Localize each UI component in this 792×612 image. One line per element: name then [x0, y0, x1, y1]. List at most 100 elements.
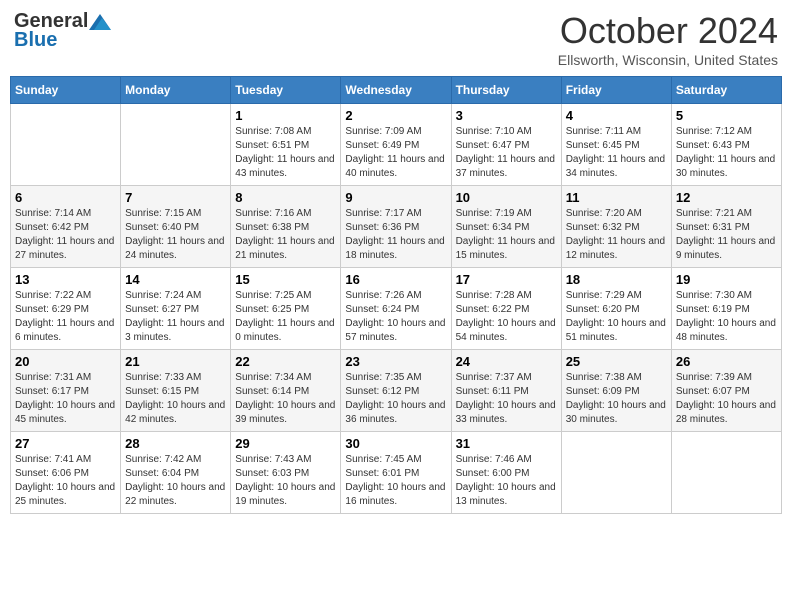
calendar-cell [671, 432, 781, 514]
day-info: Sunrise: 7:42 AM Sunset: 6:04 PM Dayligh… [125, 453, 226, 509]
calendar-cell: 20 Sunrise: 7:31 AM Sunset: 6:17 PM Dayli… [11, 350, 121, 432]
calendar-cell: 31Sunrise: 7:46 AM Sunset: 6:00 PM Dayli… [451, 432, 561, 514]
calendar-cell: 27 Sunrise: 7:41 AM Sunset: 6:06 PM Dayli… [11, 432, 121, 514]
day-number: 28 [125, 436, 226, 451]
calendar-cell: 12 Sunrise: 7:21 AM Sunset: 6:31 PM Dayli… [671, 186, 781, 268]
day-number: 6 [15, 190, 116, 205]
day-info: Sunrise: 7:15 AM Sunset: 6:40 PM Dayligh… [125, 207, 226, 263]
day-of-week-header: Sunday [11, 77, 121, 104]
day-number: 18 [566, 272, 667, 287]
day-info: Sunrise: 7:34 AM Sunset: 6:14 PM Dayligh… [235, 371, 336, 427]
day-info: Sunrise: 7:46 AM Sunset: 6:00 PM Dayligh… [456, 453, 557, 509]
calendar-cell: 3Sunrise: 7:10 AM Sunset: 6:47 PM Daylig… [451, 104, 561, 186]
day-info: Sunrise: 7:17 AM Sunset: 6:36 PM Dayligh… [345, 207, 446, 263]
day-info: Sunrise: 7:38 AM Sunset: 6:09 PM Dayligh… [566, 371, 667, 427]
calendar-cell: 13 Sunrise: 7:22 AM Sunset: 6:29 PM Dayli… [11, 268, 121, 350]
calendar-cell: 24 Sunrise: 7:37 AM Sunset: 6:11 PM Dayli… [451, 350, 561, 432]
logo-icon [89, 14, 111, 30]
calendar-cell: 28 Sunrise: 7:42 AM Sunset: 6:04 PM Dayli… [121, 432, 231, 514]
day-number: 7 [125, 190, 226, 205]
day-info: Sunrise: 7:30 AM Sunset: 6:19 PM Dayligh… [676, 289, 777, 345]
day-number: 26 [676, 354, 777, 369]
day-number: 1 [235, 108, 336, 123]
calendar-cell: 7 Sunrise: 7:15 AM Sunset: 6:40 PM Daylig… [121, 186, 231, 268]
calendar-cell: 8 Sunrise: 7:16 AM Sunset: 6:38 PM Daylig… [231, 186, 341, 268]
calendar-cell: 30 Sunrise: 7:45 AM Sunset: 6:01 PM Dayli… [341, 432, 451, 514]
calendar-cell: 17 Sunrise: 7:28 AM Sunset: 6:22 PM Dayli… [451, 268, 561, 350]
calendar-cell: 23 Sunrise: 7:35 AM Sunset: 6:12 PM Dayli… [341, 350, 451, 432]
calendar-cell: 11 Sunrise: 7:20 AM Sunset: 6:32 PM Dayli… [561, 186, 671, 268]
calendar-cell [561, 432, 671, 514]
day-info: Sunrise: 7:45 AM Sunset: 6:01 PM Dayligh… [345, 453, 446, 509]
day-number: 9 [345, 190, 446, 205]
day-number: 2 [345, 108, 446, 123]
day-number: 4 [566, 108, 667, 123]
day-of-week-header: Tuesday [231, 77, 341, 104]
logo: General Blue [14, 10, 112, 52]
calendar-cell: 16Sunrise: 7:26 AM Sunset: 6:24 PM Dayli… [341, 268, 451, 350]
day-number: 15 [235, 272, 336, 287]
calendar-cell [11, 104, 121, 186]
title-block: October 2024 Ellsworth, Wisconsin, Unite… [558, 10, 778, 68]
day-number: 14 [125, 272, 226, 287]
calendar-cell: 9 Sunrise: 7:17 AM Sunset: 6:36 PM Daylig… [341, 186, 451, 268]
day-info: Sunrise: 7:31 AM Sunset: 6:17 PM Dayligh… [15, 371, 116, 427]
day-info: Sunrise: 7:35 AM Sunset: 6:12 PM Dayligh… [345, 371, 446, 427]
calendar-table: SundayMondayTuesdayWednesdayThursdayFrid… [10, 76, 782, 514]
day-number: 17 [456, 272, 557, 287]
day-number: 25 [566, 354, 667, 369]
calendar-cell: 5Sunrise: 7:12 AM Sunset: 6:43 PM Daylig… [671, 104, 781, 186]
day-number: 16 [345, 272, 446, 287]
calendar-cell: 29 Sunrise: 7:43 AM Sunset: 6:03 PM Dayli… [231, 432, 341, 514]
day-number: 30 [345, 436, 446, 451]
calendar-cell: 2Sunrise: 7:09 AM Sunset: 6:49 PM Daylig… [341, 104, 451, 186]
day-number: 8 [235, 190, 336, 205]
day-number: 23 [345, 354, 446, 369]
day-info: Sunrise: 7:08 AM Sunset: 6:51 PM Dayligh… [235, 125, 336, 181]
calendar-cell: 4 Sunrise: 7:11 AM Sunset: 6:45 PM Daylig… [561, 104, 671, 186]
day-number: 27 [15, 436, 116, 451]
day-info: Sunrise: 7:21 AM Sunset: 6:31 PM Dayligh… [676, 207, 777, 263]
calendar-cell: 6 Sunrise: 7:14 AM Sunset: 6:42 PM Daylig… [11, 186, 121, 268]
calendar-cell: 25 Sunrise: 7:38 AM Sunset: 6:09 PM Dayli… [561, 350, 671, 432]
calendar-cell: 1 Sunrise: 7:08 AM Sunset: 6:51 PM Daylig… [231, 104, 341, 186]
day-info: Sunrise: 7:25 AM Sunset: 6:25 PM Dayligh… [235, 289, 336, 345]
day-info: Sunrise: 7:14 AM Sunset: 6:42 PM Dayligh… [15, 207, 116, 263]
calendar-cell: 26Sunrise: 7:39 AM Sunset: 6:07 PM Dayli… [671, 350, 781, 432]
day-info: Sunrise: 7:28 AM Sunset: 6:22 PM Dayligh… [456, 289, 557, 345]
calendar-cell: 10Sunrise: 7:19 AM Sunset: 6:34 PM Dayli… [451, 186, 561, 268]
day-number: 29 [235, 436, 336, 451]
month-title: October 2024 [558, 10, 778, 52]
day-info: Sunrise: 7:12 AM Sunset: 6:43 PM Dayligh… [676, 125, 777, 181]
day-info: Sunrise: 7:22 AM Sunset: 6:29 PM Dayligh… [15, 289, 116, 345]
day-number: 11 [566, 190, 667, 205]
day-of-week-header: Saturday [671, 77, 781, 104]
day-number: 13 [15, 272, 116, 287]
day-number: 22 [235, 354, 336, 369]
calendar-cell: 19 Sunrise: 7:30 AM Sunset: 6:19 PM Dayli… [671, 268, 781, 350]
day-info: Sunrise: 7:37 AM Sunset: 6:11 PM Dayligh… [456, 371, 557, 427]
day-info: Sunrise: 7:41 AM Sunset: 6:06 PM Dayligh… [15, 453, 116, 509]
day-number: 20 [15, 354, 116, 369]
calendar-cell: 21 Sunrise: 7:33 AM Sunset: 6:15 PM Dayli… [121, 350, 231, 432]
calendar-cell: 15 Sunrise: 7:25 AM Sunset: 6:25 PM Dayli… [231, 268, 341, 350]
day-of-week-header: Thursday [451, 77, 561, 104]
calendar-cell: 18Sunrise: 7:29 AM Sunset: 6:20 PM Dayli… [561, 268, 671, 350]
calendar-cell [121, 104, 231, 186]
page-header: General Blue October 2024 Ellsworth, Wis… [10, 10, 782, 68]
day-number: 21 [125, 354, 226, 369]
location-text: Ellsworth, Wisconsin, United States [558, 52, 778, 68]
day-number: 24 [456, 354, 557, 369]
day-of-week-header: Friday [561, 77, 671, 104]
logo-blue-text: Blue [14, 29, 57, 52]
day-info: Sunrise: 7:33 AM Sunset: 6:15 PM Dayligh… [125, 371, 226, 427]
calendar-cell: 22 Sunrise: 7:34 AM Sunset: 6:14 PM Dayli… [231, 350, 341, 432]
day-info: Sunrise: 7:43 AM Sunset: 6:03 PM Dayligh… [235, 453, 336, 509]
day-info: Sunrise: 7:20 AM Sunset: 6:32 PM Dayligh… [566, 207, 667, 263]
day-info: Sunrise: 7:16 AM Sunset: 6:38 PM Dayligh… [235, 207, 336, 263]
day-number: 12 [676, 190, 777, 205]
day-info: Sunrise: 7:19 AM Sunset: 6:34 PM Dayligh… [456, 207, 557, 263]
day-number: 19 [676, 272, 777, 287]
day-of-week-header: Monday [121, 77, 231, 104]
day-info: Sunrise: 7:11 AM Sunset: 6:45 PM Dayligh… [566, 125, 667, 181]
